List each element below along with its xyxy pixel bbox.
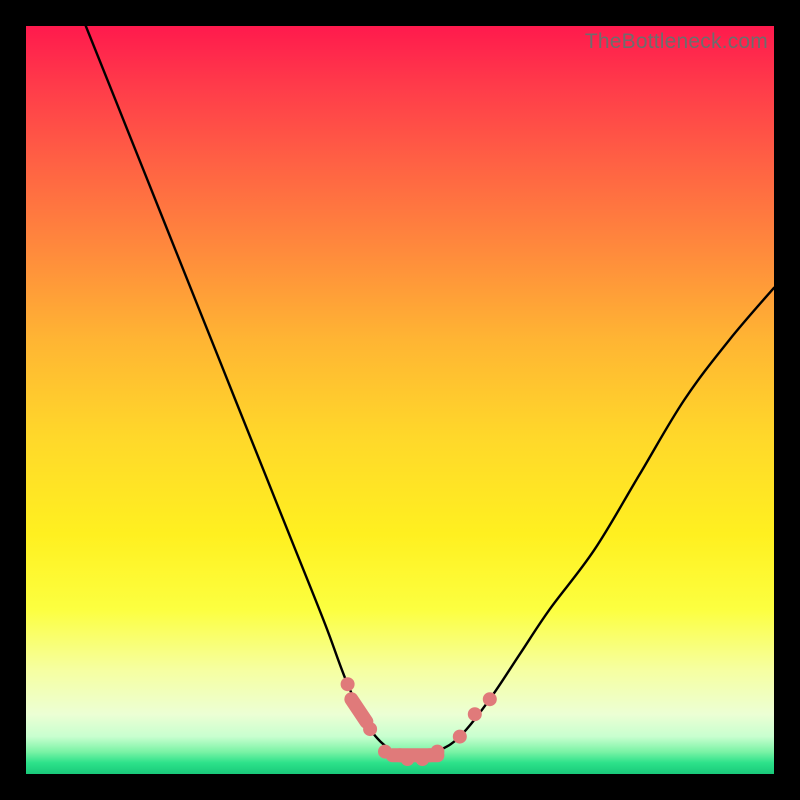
marker-dot [341, 677, 355, 691]
marker-capsule [351, 699, 366, 721]
chart-frame: TheBottleneck.com [0, 0, 800, 800]
bottleneck-curve-path [86, 26, 774, 760]
plot-area: TheBottleneck.com [26, 26, 774, 774]
marker-dot [468, 707, 482, 721]
marker-dot [453, 730, 467, 744]
chart-svg [26, 26, 774, 774]
marker-dot [483, 692, 497, 706]
